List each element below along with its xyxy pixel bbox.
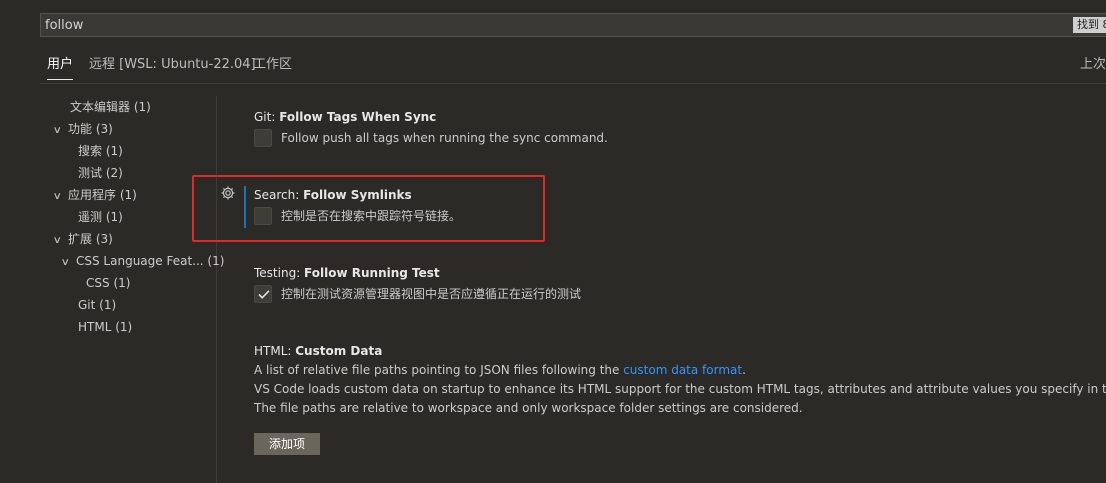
toc-item-application[interactable]: ∨ 应用程序 (1) xyxy=(52,184,137,206)
toc-item-label: CSS Language Feat... xyxy=(76,254,204,268)
toc-divider xyxy=(216,96,217,483)
setting-name: Follow Running Test xyxy=(304,266,440,280)
toc-item-count: (1) xyxy=(99,298,117,312)
toc-item-label: 功能 xyxy=(68,122,93,136)
toc-item-extensions[interactable]: ∨ 扩展 (3) xyxy=(52,228,113,250)
chevron-down-icon: ∨ xyxy=(60,257,71,268)
toc-item-label: 文本编辑器 xyxy=(70,100,131,114)
toc-item-features[interactable]: ∨ 功能 (3) xyxy=(52,118,113,140)
toc-item-git[interactable]: Git (1) xyxy=(78,294,116,316)
setting-description-line-1: A list of relative file paths pointing t… xyxy=(254,361,1106,380)
toc-item-text-editor[interactable]: 文本编辑器 (1) xyxy=(70,96,151,118)
toc-item-count: (1) xyxy=(133,100,151,114)
toc-item-count: (1) xyxy=(207,254,225,268)
toc-item-telemetry[interactable]: 遥测 (1) xyxy=(78,206,123,228)
annotation-highlight-box xyxy=(192,175,545,242)
chevron-down-icon: ∨ xyxy=(52,191,63,202)
toc-item-search[interactable]: 搜索 (1) xyxy=(78,140,123,162)
check-icon xyxy=(258,290,270,299)
setting-git-follow-tags: Git: Follow Tags When Sync Follow push a… xyxy=(254,107,1106,149)
setting-description-line-2: VS Code loads custom data on startup to … xyxy=(254,382,1106,396)
toc-item-label: 扩展 xyxy=(68,232,93,246)
setting-testing-follow-running-test: Testing: Follow Running Test 控制在测试资源管理器视… xyxy=(254,263,1106,305)
toc-item-count: (3) xyxy=(95,232,113,246)
settings-editor: 找到 8 用户 远程 [WSL: Ubuntu-22.04] 工作区 上次 文本… xyxy=(0,0,1106,483)
add-item-button[interactable]: 添加项 xyxy=(254,433,320,455)
setting-html-custom-data: HTML: Custom Data A list of relative fil… xyxy=(254,341,1106,418)
toc-item-label: Git xyxy=(78,298,96,312)
toc-item-count: (1) xyxy=(113,276,131,290)
setting-description: Follow push all tags when running the sy… xyxy=(281,131,608,145)
toc-item-count: (1) xyxy=(105,210,123,224)
toc-item-count: (1) xyxy=(119,188,137,202)
tab-user[interactable]: 用户 xyxy=(47,54,74,82)
testing-follow-running-checkbox[interactable] xyxy=(254,285,272,303)
setting-category: Git: xyxy=(254,110,280,124)
tab-workspace[interactable]: 工作区 xyxy=(253,54,292,82)
last-synced-label: 上次 xyxy=(1080,57,1106,72)
setting-category: HTML: xyxy=(254,344,296,358)
toc-item-count: (2) xyxy=(105,166,123,180)
setting-description: 控制在测试资源管理器视图中是否应遵循正在运行的测试 xyxy=(281,287,582,301)
description-text: . xyxy=(742,363,746,377)
toc-item-label: HTML xyxy=(78,320,112,334)
setting-description-line-3: The file paths are relative to workspace… xyxy=(254,401,803,415)
chevron-down-icon: ∨ xyxy=(52,125,63,136)
custom-data-format-link[interactable]: custom data format xyxy=(623,363,742,377)
toc-item-html[interactable]: HTML (1) xyxy=(78,316,132,338)
setting-category: Testing: xyxy=(254,266,305,280)
git-follow-tags-checkbox[interactable] xyxy=(254,129,272,147)
toc-item-count: (1) xyxy=(115,320,133,334)
toc-item-testing[interactable]: 测试 (2) xyxy=(78,162,123,184)
toc-item-label: 测试 xyxy=(78,166,103,180)
setting-title: Testing: Follow Running Test xyxy=(254,263,1106,283)
results-count-badge: 找到 8 xyxy=(1073,17,1106,33)
toc-item-label: 遥测 xyxy=(78,210,103,224)
toc-item-count: (1) xyxy=(105,144,123,158)
tabs-divider xyxy=(40,83,1106,84)
setting-title: HTML: Custom Data xyxy=(254,341,1106,361)
toc-item-css-language-features[interactable]: ∨ CSS Language Feat... (1) xyxy=(60,250,225,272)
search-input[interactable] xyxy=(45,16,1025,34)
toc-item-label: 搜索 xyxy=(78,144,103,158)
toc-item-count: (3) xyxy=(95,122,113,136)
setting-title: Git: Follow Tags When Sync xyxy=(254,107,1106,127)
chevron-down-icon: ∨ xyxy=(52,235,63,246)
toc-item-label: CSS xyxy=(86,276,110,290)
toc-item-label: 应用程序 xyxy=(68,188,117,202)
toc-item-css[interactable]: CSS (1) xyxy=(86,272,130,294)
settings-search-box[interactable]: 找到 8 xyxy=(40,13,1106,37)
description-text: A list of relative file paths pointing t… xyxy=(254,363,624,377)
setting-name: Custom Data xyxy=(295,344,383,358)
setting-name: Follow Tags When Sync xyxy=(279,110,437,124)
tab-remote-wsl[interactable]: 远程 [WSL: Ubuntu-22.04] xyxy=(89,54,256,82)
